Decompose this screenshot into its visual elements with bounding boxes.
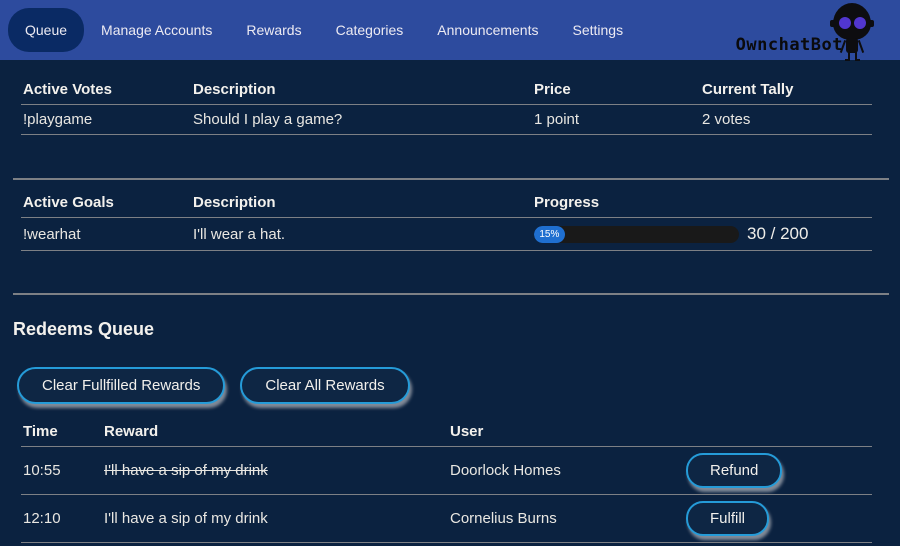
nav-tab-manage-accounts[interactable]: Manage Accounts [84, 8, 229, 52]
redeems-header-user: User [448, 417, 684, 447]
active-votes-table: Active Votes Description Price Current T… [21, 75, 872, 135]
nav-tab-settings[interactable]: Settings [555, 8, 640, 52]
goals-header-description: Description [191, 188, 532, 218]
votes-header-price: Price [532, 75, 700, 105]
redeem-action-cell: Refund [684, 447, 872, 495]
redeems-queue-title: Redeems Queue [13, 319, 887, 340]
redeems-header-action [684, 417, 872, 447]
robot-foot-icon [845, 59, 850, 61]
clear-fulfilled-rewards-button[interactable]: Clear Fullfilled Rewards [17, 367, 225, 404]
vote-description-cell: Should I play a game? [191, 105, 532, 135]
goal-command-cell: !wearhat [21, 218, 191, 251]
vote-row: !playgame Should I play a game? 1 point … [21, 105, 872, 135]
fulfill-button[interactable]: Fulfill [686, 501, 769, 536]
active-goals-table: Active Goals Description Progress !wearh… [21, 188, 872, 251]
robot-eye-icon [854, 17, 866, 29]
goal-row: !wearhat I'll wear a hat. 15% 30 / 200 [21, 218, 872, 251]
redeems-toolbar: Clear Fullfilled Rewards Clear All Rewar… [13, 367, 887, 404]
redeem-row: 10:55 I'll have a sip of my drink Doorlo… [21, 447, 872, 495]
robot-arm-icon [858, 40, 864, 53]
vote-tally-cell: 2 votes [700, 105, 872, 135]
goals-header-progress: Progress [532, 188, 872, 218]
votes-header-command: Active Votes [21, 75, 191, 105]
robot-body-icon [846, 38, 858, 53]
goals-header-command: Active Goals [21, 188, 191, 218]
redeem-time-cell: 12:10 [21, 495, 102, 543]
votes-header-description: Description [191, 75, 532, 105]
redeems-queue-table: Time Reward User 10:55 I'll have a sip o… [21, 417, 872, 543]
goal-progress-count: 30 / 200 [747, 224, 808, 244]
main-content: Active Votes Description Price Current T… [0, 75, 900, 543]
redeem-reward-cell: I'll have a sip of my drink [102, 447, 448, 495]
redeem-user-cell: Cornelius Burns [448, 495, 684, 543]
clear-all-rewards-button[interactable]: Clear All Rewards [240, 367, 409, 404]
goal-progress-bar: 15% [534, 226, 739, 243]
refund-button[interactable]: Refund [686, 453, 782, 488]
robot-eye-icon [839, 17, 851, 29]
redeem-reward-cell: I'll have a sip of my drink [102, 495, 448, 543]
top-navbar: Queue Manage Accounts Rewards Categories… [0, 0, 900, 60]
robot-foot-icon [855, 59, 860, 61]
nav-tab-announcements[interactable]: Announcements [420, 8, 555, 52]
vote-price-cell: 1 point [532, 105, 700, 135]
brand-wordmark: OwnchatBot [736, 35, 843, 55]
votes-header-tally: Current Tally [700, 75, 872, 105]
nav-tab-queue[interactable]: Queue [8, 8, 84, 52]
vote-command-cell: !playgame [21, 105, 191, 135]
redeem-action-cell: Fulfill [684, 495, 872, 543]
section-divider [13, 178, 889, 180]
redeem-time-cell: 10:55 [21, 447, 102, 495]
goals-header-row: Active Goals Description Progress [21, 188, 872, 218]
goal-description-cell: I'll wear a hat. [191, 218, 532, 251]
redeems-header-reward: Reward [102, 417, 448, 447]
goal-progress-fill: 15% [534, 226, 565, 243]
nav-tab-categories[interactable]: Categories [319, 8, 421, 52]
votes-header-row: Active Votes Description Price Current T… [21, 75, 872, 105]
redeems-header-row: Time Reward User [21, 417, 872, 447]
redeem-user-cell: Doorlock Homes [448, 447, 684, 495]
redeems-header-time: Time [21, 417, 102, 447]
section-divider [13, 293, 889, 295]
robot-mascot-icon [830, 3, 874, 59]
nav-tab-rewards[interactable]: Rewards [229, 8, 318, 52]
redeem-row: 12:10 I'll have a sip of my drink Cornel… [21, 495, 872, 543]
goal-progress-cell: 15% 30 / 200 [532, 218, 872, 251]
brand-logo: OwnchatBot [710, 0, 900, 60]
